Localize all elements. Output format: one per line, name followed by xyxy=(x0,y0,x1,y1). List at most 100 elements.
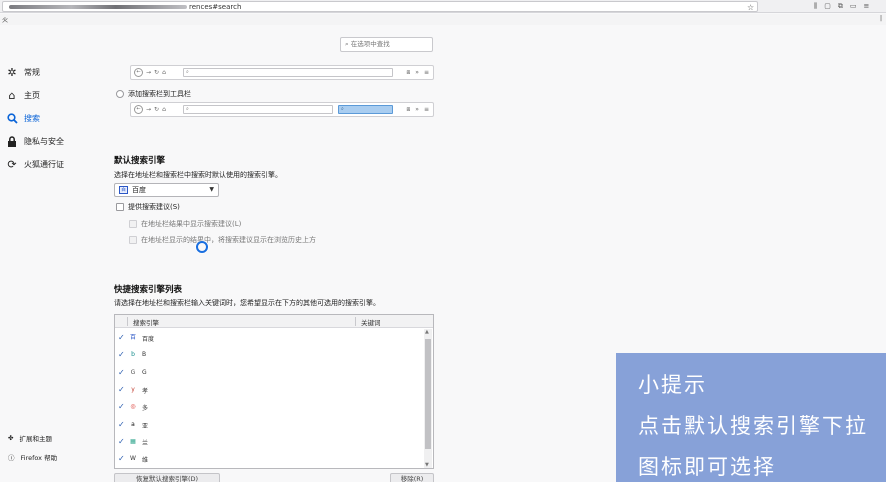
table-row[interactable]: ✓ G G xyxy=(115,365,425,382)
sidebar-item-search[interactable]: 搜索 xyxy=(6,112,40,124)
check-icon[interactable]: ✓ xyxy=(118,333,125,342)
library-icon: ⧈ xyxy=(406,106,411,113)
screenshot-icon[interactable]: ⧉ xyxy=(838,1,843,11)
sidebar-extensions[interactable]: ✤ 扩展和主题 xyxy=(8,433,52,443)
table-row[interactable]: ✓ W 维 xyxy=(115,451,425,468)
restore-defaults-button[interactable]: 恢复默认搜索引擎(D) xyxy=(114,473,220,482)
sidebar-item-label: 火狐通行证 xyxy=(24,159,64,169)
add-search-bar-label: 添加搜索栏到工具栏 xyxy=(128,90,191,98)
home-icon: ⌂ xyxy=(162,106,166,113)
sync-icon: ⟳ xyxy=(7,157,17,171)
check-icon[interactable]: ✓ xyxy=(118,402,125,411)
home-icon: ⌂ xyxy=(8,88,16,102)
table-header: 搜索引擎 关键词 xyxy=(115,315,433,328)
find-placeholder: 在选项中查找 xyxy=(350,40,390,48)
toolbar-preview-searchbar: ← → ↻ ⌂ ⌕ ⌕ ⧈ » ≡ xyxy=(130,102,434,117)
sidebar-foot-label: Firefox 帮助 xyxy=(20,454,58,462)
preview-right-icons: ⧈ » ≡ xyxy=(406,68,429,77)
preview-nav: ← → ↻ ⌂ xyxy=(134,68,166,77)
engine-name: 兰 xyxy=(142,439,149,447)
tip-line: 图标即可选择 xyxy=(638,455,776,479)
remove-button[interactable]: 移除(R) xyxy=(390,473,434,482)
suggest-above-history-checkbox[interactable] xyxy=(129,236,137,244)
suggest-above-history-label: 在地址栏显示的结果中，将搜索建议显示在浏览历史上方 xyxy=(141,236,316,244)
toolbar-icons: ⫼ ▢ ⧉ ▭ ≡ xyxy=(814,1,869,11)
sidebar-icon[interactable]: ▢ xyxy=(824,1,831,11)
reload-icon: ↻ xyxy=(154,69,160,76)
default-engine-heading: 默认搜索引擎 xyxy=(114,156,166,166)
sidebar-item-label: 主页 xyxy=(24,90,40,100)
baidu-icon: 百 xyxy=(119,186,128,194)
scroll-up-icon[interactable]: ▲ xyxy=(425,329,429,335)
address-bar[interactable]: rences#search ☆ xyxy=(2,1,758,12)
sidebar-item-label: 搜索 xyxy=(24,113,40,123)
gear-icon: ✲ xyxy=(7,65,17,79)
search-suggestions-label: 提供搜索建议(S) xyxy=(128,203,180,211)
engine-name: B xyxy=(142,351,147,359)
grid-icon: ▦ xyxy=(130,437,136,445)
lock-icon xyxy=(6,135,18,147)
bookmark-item[interactable]: 火 xyxy=(2,15,8,24)
library-icon[interactable]: ⫼ xyxy=(814,1,817,11)
bookmark-item-right[interactable]: | xyxy=(880,15,882,22)
table-row[interactable]: ✓ ▦ 兰 xyxy=(115,434,425,451)
column-divider xyxy=(127,317,128,326)
back-icon: ← xyxy=(134,68,143,77)
check-icon[interactable]: ✓ xyxy=(118,385,125,394)
check-icon[interactable]: ✓ xyxy=(118,437,125,446)
column-engine[interactable]: 搜索引擎 xyxy=(133,317,159,327)
engine-table: 搜索引擎 关键词 ✓ 百百度 ✓ b B ✓ G G ✓ y 孝 ✓ ◎ 多 ✓ a 亚 ✓ ▦ 兰 ✓ W 维 ▲ ▼ xyxy=(114,314,434,469)
wikipedia-icon: W xyxy=(130,455,136,463)
bing-icon: b xyxy=(131,351,135,359)
cursor-highlight-icon xyxy=(196,241,208,253)
table-row[interactable]: ✓ b B xyxy=(115,347,425,364)
check-icon[interactable]: ✓ xyxy=(118,350,125,359)
engine-name: 多 xyxy=(142,405,149,413)
table-row[interactable]: ✓ a 亚 xyxy=(115,417,425,434)
menu-icon: ≡ xyxy=(423,106,429,113)
column-keyword[interactable]: 关键词 xyxy=(361,317,381,327)
preview-address-field: ⌕ xyxy=(183,68,393,77)
engine-name: 百度 xyxy=(142,336,155,343)
chat-icon[interactable]: ▭ xyxy=(850,1,857,11)
add-search-bar-radio[interactable] xyxy=(116,90,124,98)
engine-name: 孝 xyxy=(142,387,149,395)
url-blurred-segment xyxy=(9,5,187,9)
home-icon: ⌂ xyxy=(162,69,166,76)
find-in-options-input[interactable]: ⌕ 在选项中查找 xyxy=(340,37,433,52)
forward-icon: → xyxy=(146,69,152,76)
search-suggestions-checkbox[interactable] xyxy=(116,203,124,211)
table-scrollbar[interactable]: ▲ ▼ xyxy=(424,329,432,468)
suggest-in-bar-checkbox[interactable] xyxy=(129,220,137,228)
scroll-down-icon[interactable]: ▼ xyxy=(425,462,429,468)
default-engine-dropdown[interactable]: 百 百度 ▼ xyxy=(114,183,219,197)
sidebar-item-sync[interactable]: ⟳ 火狐通行证 xyxy=(6,157,64,171)
sidebar-item-privacy[interactable]: 隐私与安全 xyxy=(6,135,64,147)
sidebar-foot-label: 扩展和主题 xyxy=(19,435,52,443)
preview-search-field: ⌕ xyxy=(338,105,393,114)
back-icon: ← xyxy=(134,105,143,114)
chevron-down-icon: ▼ xyxy=(209,186,214,193)
forward-icon: → xyxy=(146,106,152,113)
check-icon[interactable]: ✓ xyxy=(118,368,125,377)
check-icon[interactable]: ✓ xyxy=(118,420,125,429)
library-icon: ⧈ xyxy=(406,69,411,76)
menu-icon[interactable]: ≡ xyxy=(863,1,869,11)
sidebar-item-general[interactable]: ✲ 常规 xyxy=(6,65,40,79)
tip-title: 小提示 xyxy=(638,373,707,397)
overflow-icon: » xyxy=(415,69,419,76)
tip-overlay: 小提示 点击默认搜索引擎下拉 图标即可选择 xyxy=(616,353,886,482)
engine-name: G xyxy=(142,368,147,376)
sidebar-help[interactable]: ⓘ Firefox 帮助 xyxy=(8,452,57,462)
help-icon: ⓘ xyxy=(8,454,15,462)
sidebar-item-home[interactable]: ⌂ 主页 xyxy=(6,88,41,102)
shortcuts-description: 请选择在地址栏和搜索栏输入关键词时，您希望显示在下方的其他可选用的搜索引擎。 xyxy=(114,299,380,307)
table-row[interactable]: ✓ 百百度 xyxy=(115,330,425,347)
table-row[interactable]: ✓ y 孝 xyxy=(115,382,425,399)
engine-name: 维 xyxy=(142,457,149,465)
scroll-thumb[interactable] xyxy=(425,339,431,449)
browser-toolbar: rences#search ☆ ⫼ ▢ ⧉ ▭ ≡ xyxy=(0,0,886,13)
bookmark-star-icon[interactable]: ☆ xyxy=(747,2,754,13)
table-row[interactable]: ✓ ◎ 多 xyxy=(115,399,425,416)
check-icon[interactable]: ✓ xyxy=(118,454,125,463)
